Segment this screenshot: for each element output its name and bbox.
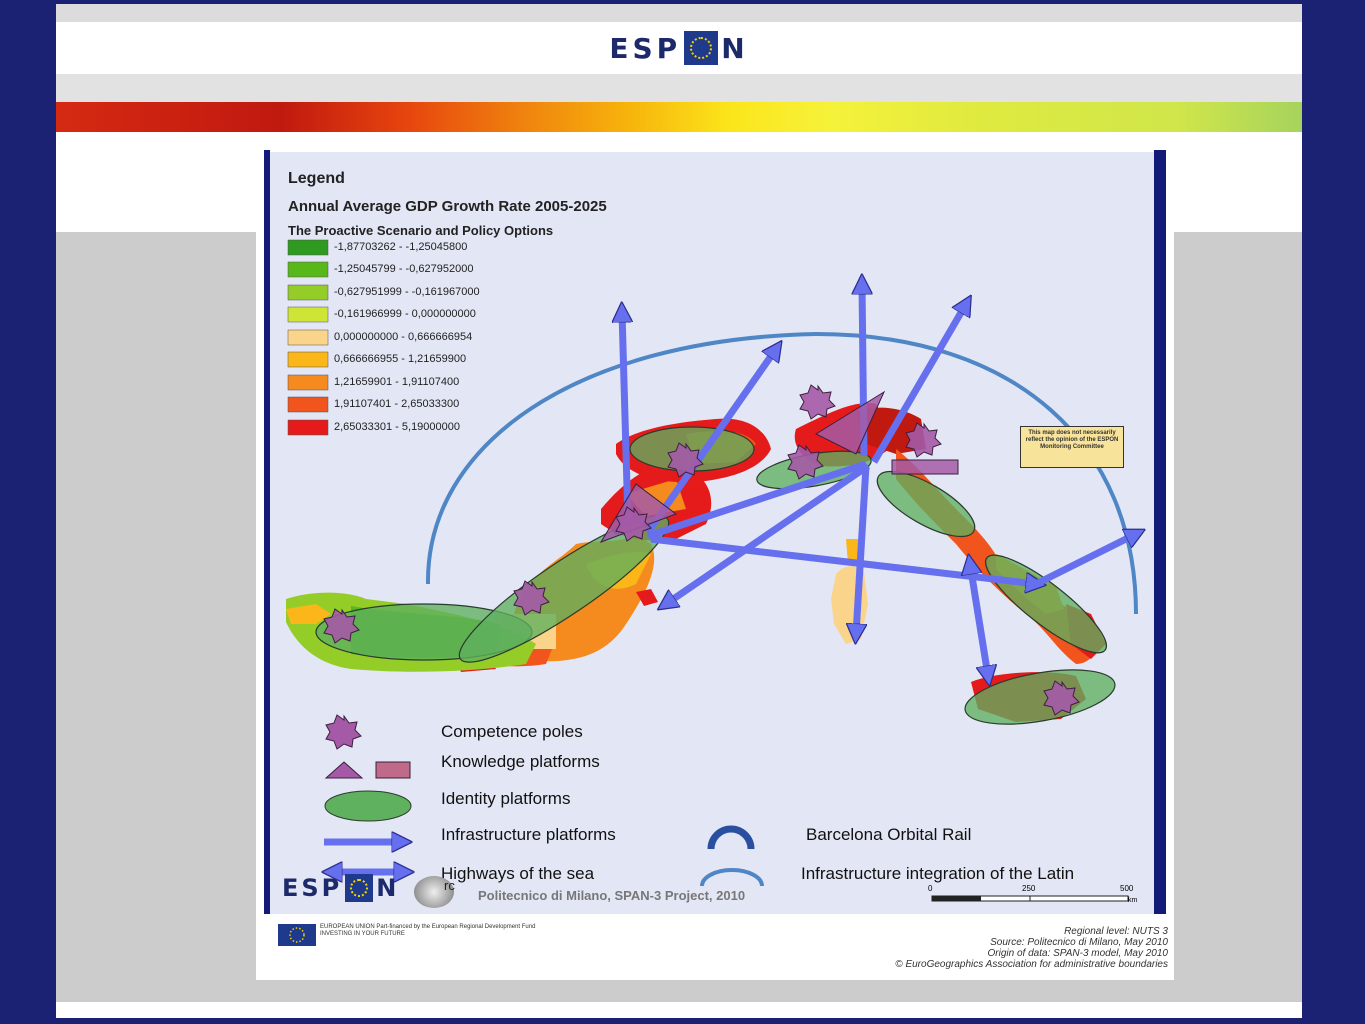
logo-text-left: ESP [609, 31, 682, 65]
top-gray-bar [56, 4, 1302, 22]
legend-swatches [287, 239, 329, 436]
knowledge-platforms-label: Knowledge platforms [441, 752, 600, 771]
legend-swatch-7 [287, 374, 329, 391]
legend-class-label: 1,91107401 - 2,65033300 [334, 398, 460, 410]
scale-bar [931, 895, 1129, 902]
espon-logo-bottom: ESP N [282, 874, 399, 902]
eu-funding-text: EUROPEAN UNION Part-financed by the Euro… [320, 924, 536, 937]
legend-class-label: 1,21659901 - 1,91107400 [334, 376, 460, 388]
footnote-4: © EuroGeographics Association for admini… [895, 959, 1168, 970]
legend-title: Legend [288, 170, 345, 187]
legend-swatch-9 [287, 419, 329, 436]
footnote-1: Regional level: NUTS 3 [1064, 926, 1168, 937]
legend-subtitle-2: The Proactive Scenario and Policy Option… [288, 223, 554, 238]
slide: ESP N Legend Annual Average GDP Growth R… [56, 4, 1302, 1018]
map-frame-left [264, 150, 270, 916]
bottom-logo-text-left: ESP [282, 874, 343, 902]
competence-poles-label: Competence poles [441, 722, 583, 741]
barcelona-orbital-label: Barcelona Orbital Rail [806, 825, 972, 844]
footnote-3: Origin of data: SPAN-3 model, May 2010 [987, 948, 1168, 959]
legend-swatch-4 [287, 306, 329, 323]
legend-knowledge-rect-icon [375, 761, 411, 779]
knowledge-rect-milano [891, 459, 959, 475]
decorative-map-strip [56, 102, 1302, 132]
legend-identity-icon [324, 790, 412, 822]
identity-platforms-label: Identity platforms [441, 789, 571, 808]
infrastructure-platforms-label: Infrastructure platforms [441, 825, 616, 844]
legend-swatch-1 [287, 239, 329, 256]
legend-class-label: -1,25045799 - -0,627952000 [334, 263, 474, 275]
disclaimer-box: This map does not necessarily reflect th… [1020, 426, 1124, 468]
legend-class-label: 2,65033301 - 5,19000000 [334, 421, 461, 433]
scale-tick-0: 0 [928, 884, 933, 893]
map-panel: Legend Annual Average GDP Growth Rate 20… [256, 144, 1174, 980]
eu-stars-icon [345, 874, 374, 902]
scale-tick-500: 500 [1120, 884, 1134, 893]
legend-subtitle: Annual Average GDP Growth Rate 2005-2025 [288, 198, 607, 215]
scale-tick-250: 250 [1022, 884, 1036, 893]
legend-class-label: -0,627951999 - -0,161967000 [334, 286, 480, 298]
legend-class-label: -0,161966999 - 0,000000000 [334, 308, 476, 320]
logo-text-right: N [721, 31, 749, 65]
legend-swatch-3 [287, 284, 329, 301]
legend-class-label: 0,666666955 - 1,21659900 [334, 353, 467, 365]
espon-logo-top: ESP N [56, 22, 1302, 74]
legend-swatch-2 [287, 261, 329, 278]
bottom-logo-text-right: N [376, 874, 400, 902]
latin-integration-label: Infrastructure integration of the Latin [801, 864, 1075, 883]
legend-swatch-6 [287, 351, 329, 368]
legend-class-label: 0,000000000 - 0,666666954 [334, 331, 473, 343]
eu-stars-icon [684, 31, 719, 65]
legend-class-label: -1,87703262 - -1,25045800 [334, 241, 468, 253]
scale-unit: km [1128, 897, 1138, 904]
legend-swatch-8 [287, 396, 329, 413]
map-credit: Politecnico di Milano, SPAN-3 Project, 2… [478, 888, 746, 903]
gray-band [56, 74, 1302, 102]
map-frame-right [1154, 150, 1166, 916]
footnotes: Regional level: NUTS 3 Source: Politecni… [895, 926, 1168, 970]
cropped-label: rc [444, 878, 455, 893]
legend-swatch-5 [287, 329, 329, 346]
highways-of-sea-label: Highways of the sea [441, 864, 595, 883]
footnote-2: Source: Politecnico di Milano, May 2010 [990, 937, 1168, 948]
